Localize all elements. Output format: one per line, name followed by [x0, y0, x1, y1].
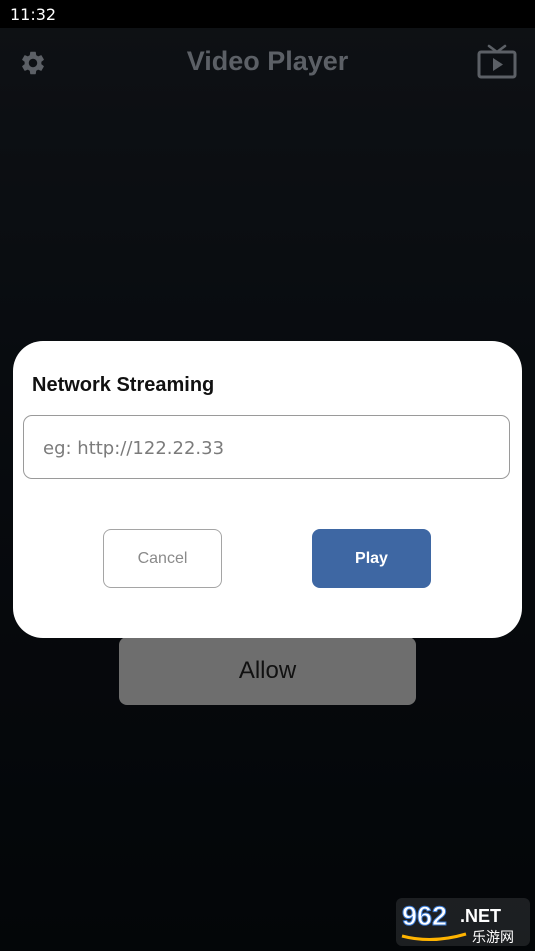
cast-tv-button[interactable] — [476, 44, 518, 80]
app-title: Video Player — [186, 46, 349, 76]
svg-text:乐游网: 乐游网 — [472, 930, 514, 946]
play-button[interactable]: Play — [312, 529, 431, 588]
allow-button[interactable]: Allow — [119, 637, 416, 705]
status-bar: 11:32 — [0, 0, 535, 28]
tv-play-icon — [477, 44, 517, 79]
screen: 11:32 Video Player Allow Network Streami… — [0, 0, 535, 951]
dialog-title: Network Streaming — [32, 374, 215, 396]
network-streaming-dialog: Network Streaming Cancel Play — [13, 341, 522, 638]
status-time: 11:32 — [10, 5, 57, 24]
site-watermark-logo: 962 .NET 乐游网 — [396, 898, 530, 946]
svg-text:.NET: .NET — [460, 906, 501, 926]
app-bar: Video Player — [0, 28, 535, 98]
url-input[interactable] — [41, 416, 495, 480]
svg-text:962: 962 — [402, 901, 447, 931]
url-field[interactable] — [23, 415, 510, 480]
cancel-button[interactable]: Cancel — [103, 529, 222, 588]
